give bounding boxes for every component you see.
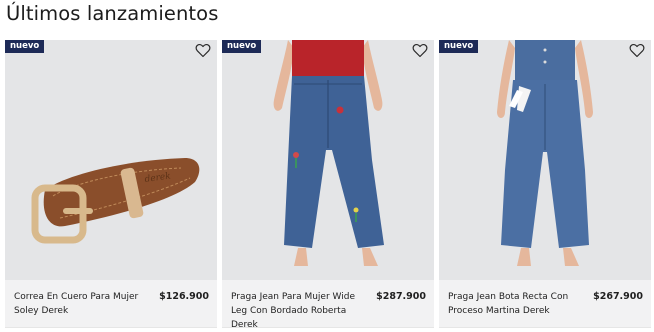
product-info: Praga Jean Bota Recta Con Proceso Martin… xyxy=(439,280,651,328)
product-price: $287.900 xyxy=(376,291,426,302)
heart-outline-icon[interactable] xyxy=(629,43,645,58)
product-name[interactable]: Praga Jean Para Mujer Wide Leg Con Borda… xyxy=(231,290,371,332)
heart-outline-icon[interactable] xyxy=(412,43,428,58)
jeans-image xyxy=(273,40,384,266)
product-name[interactable]: Praga Jean Bota Recta Con Proceso Martin… xyxy=(448,290,588,318)
section-title: Últimos lanzamientos xyxy=(6,2,219,25)
product-image[interactable]: derek nuevo xyxy=(5,40,217,280)
product-image[interactable]: nuevo xyxy=(222,40,434,280)
new-badge: nuevo xyxy=(222,40,262,53)
product-card[interactable]: nuevo Praga Jean Para Mujer Wide Leg Con… xyxy=(222,40,434,330)
product-info: Correa En Cuero Para Mujer Soley Derek $… xyxy=(5,280,217,328)
new-badge: nuevo xyxy=(439,40,479,53)
product-name[interactable]: Correa En Cuero Para Mujer Soley Derek xyxy=(14,290,154,318)
product-price: $126.900 xyxy=(159,291,209,302)
product-card[interactable]: nuevo Praga Jean Bota Recta Con Proceso … xyxy=(439,40,651,328)
product-price: $267.900 xyxy=(593,291,643,302)
new-badge: nuevo xyxy=(5,40,45,53)
product-image[interactable]: nuevo xyxy=(439,40,651,280)
jeans-image xyxy=(497,40,593,266)
heart-outline-icon[interactable] xyxy=(195,43,211,58)
product-info: Praga Jean Para Mujer Wide Leg Con Borda… xyxy=(222,280,434,330)
product-card[interactable]: derek nuevo Correa En Cuero Para Mujer S… xyxy=(5,40,217,328)
belt-image: derek xyxy=(31,158,200,244)
